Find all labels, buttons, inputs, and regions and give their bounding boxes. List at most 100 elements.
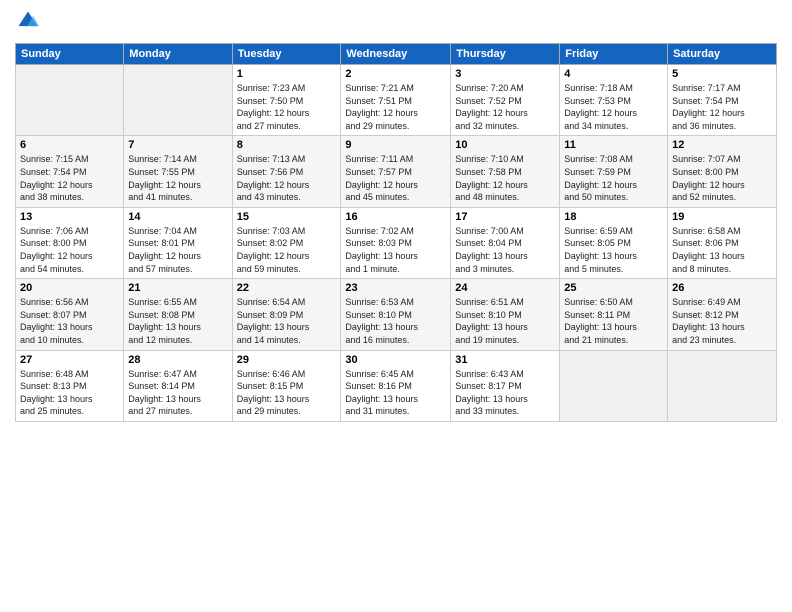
day-detail: Sunrise: 7:07 AM Sunset: 8:00 PM Dayligh… [672,153,772,203]
calendar-cell: 4 Sunrise: 7:18 AM Sunset: 7:53 PM Daylig… [560,65,668,136]
day-detail: Sunrise: 7:21 AM Sunset: 7:51 PM Dayligh… [345,82,446,132]
calendar-cell: 17 Sunrise: 7:00 AM Sunset: 8:04 PM Dayli… [451,207,560,278]
day-detail: Sunrise: 7:00 AM Sunset: 8:04 PM Dayligh… [455,225,555,275]
day-number: 3 [455,68,555,80]
day-detail: Sunrise: 7:20 AM Sunset: 7:52 PM Dayligh… [455,82,555,132]
day-number: 5 [672,68,772,80]
calendar-cell: 6 Sunrise: 7:15 AM Sunset: 7:54 PM Daylig… [16,136,124,207]
calendar-cell: 5 Sunrise: 7:17 AM Sunset: 7:54 PM Daylig… [668,65,777,136]
weekday-header: Saturday [668,44,777,65]
calendar-cell: 15 Sunrise: 7:03 AM Sunset: 8:02 PM Dayli… [232,207,341,278]
calendar-cell: 9 Sunrise: 7:11 AM Sunset: 7:57 PM Daylig… [341,136,451,207]
day-number: 6 [20,139,119,151]
day-number: 9 [345,139,446,151]
day-number: 19 [672,211,772,223]
calendar-cell: 13 Sunrise: 7:06 AM Sunset: 8:00 PM Dayli… [16,207,124,278]
calendar-cell: 30 Sunrise: 6:45 AM Sunset: 8:16 PM Dayli… [341,350,451,421]
calendar-week-row: 13 Sunrise: 7:06 AM Sunset: 8:00 PM Dayli… [16,207,777,278]
day-detail: Sunrise: 6:43 AM Sunset: 8:17 PM Dayligh… [455,368,555,418]
day-detail: Sunrise: 6:49 AM Sunset: 8:12 PM Dayligh… [672,296,772,346]
weekday-header: Friday [560,44,668,65]
calendar-cell: 7 Sunrise: 7:14 AM Sunset: 7:55 PM Daylig… [124,136,232,207]
calendar-week-row: 20 Sunrise: 6:56 AM Sunset: 8:07 PM Dayli… [16,279,777,350]
day-number: 28 [128,354,227,366]
calendar-cell: 21 Sunrise: 6:55 AM Sunset: 8:08 PM Dayli… [124,279,232,350]
day-number: 27 [20,354,119,366]
calendar-cell: 22 Sunrise: 6:54 AM Sunset: 8:09 PM Dayli… [232,279,341,350]
calendar-header-row: SundayMondayTuesdayWednesdayThursdayFrid… [16,44,777,65]
weekday-header: Sunday [16,44,124,65]
calendar-cell: 25 Sunrise: 6:50 AM Sunset: 8:11 PM Dayli… [560,279,668,350]
calendar-week-row: 1Sunrise: 7:23 AM Sunset: 7:50 PM Daylig… [16,65,777,136]
weekday-header: Wednesday [341,44,451,65]
logo-icon [17,10,39,32]
page: SundayMondayTuesdayWednesdayThursdayFrid… [0,0,792,612]
weekday-header: Thursday [451,44,560,65]
calendar-cell [124,65,232,136]
day-number: 12 [672,139,772,151]
day-detail: Sunrise: 6:59 AM Sunset: 8:05 PM Dayligh… [564,225,663,275]
day-detail: Sunrise: 6:55 AM Sunset: 8:08 PM Dayligh… [128,296,227,346]
calendar-week-row: 6 Sunrise: 7:15 AM Sunset: 7:54 PM Daylig… [16,136,777,207]
day-number: 14 [128,211,227,223]
day-detail: Sunrise: 7:18 AM Sunset: 7:53 PM Dayligh… [564,82,663,132]
calendar-cell: 28Sunrise: 6:47 AM Sunset: 8:14 PM Dayli… [124,350,232,421]
day-number: 7 [128,139,227,151]
calendar-cell [668,350,777,421]
day-number: 1 [237,68,337,80]
day-number: 26 [672,282,772,294]
calendar-cell: 1Sunrise: 7:23 AM Sunset: 7:50 PM Daylig… [232,65,341,136]
day-number: 4 [564,68,663,80]
day-number: 2 [345,68,446,80]
day-detail: Sunrise: 7:10 AM Sunset: 7:58 PM Dayligh… [455,153,555,203]
day-detail: Sunrise: 7:14 AM Sunset: 7:55 PM Dayligh… [128,153,227,203]
calendar-cell: 10 Sunrise: 7:10 AM Sunset: 7:58 PM Dayli… [451,136,560,207]
day-detail: Sunrise: 7:04 AM Sunset: 8:01 PM Dayligh… [128,225,227,275]
day-detail: Sunrise: 7:03 AM Sunset: 8:02 PM Dayligh… [237,225,337,275]
day-detail: Sunrise: 7:17 AM Sunset: 7:54 PM Dayligh… [672,82,772,132]
day-detail: Sunrise: 6:53 AM Sunset: 8:10 PM Dayligh… [345,296,446,346]
day-number: 30 [345,354,446,366]
day-detail: Sunrise: 6:50 AM Sunset: 8:11 PM Dayligh… [564,296,663,346]
calendar-cell: 20 Sunrise: 6:56 AM Sunset: 8:07 PM Dayli… [16,279,124,350]
day-number: 18 [564,211,663,223]
calendar-cell: 29 Sunrise: 6:46 AM Sunset: 8:15 PM Dayli… [232,350,341,421]
day-number: 21 [128,282,227,294]
day-number: 17 [455,211,555,223]
day-number: 8 [237,139,337,151]
day-number: 25 [564,282,663,294]
day-detail: Sunrise: 6:45 AM Sunset: 8:16 PM Dayligh… [345,368,446,418]
calendar-cell: 26 Sunrise: 6:49 AM Sunset: 8:12 PM Dayli… [668,279,777,350]
calendar-cell: 24 Sunrise: 6:51 AM Sunset: 8:10 PM Dayli… [451,279,560,350]
calendar-cell: 18 Sunrise: 6:59 AM Sunset: 8:05 PM Dayli… [560,207,668,278]
day-detail: Sunrise: 6:51 AM Sunset: 8:10 PM Dayligh… [455,296,555,346]
header [15,10,777,37]
calendar-cell: 12 Sunrise: 7:07 AM Sunset: 8:00 PM Dayli… [668,136,777,207]
calendar: SundayMondayTuesdayWednesdayThursdayFrid… [15,43,777,422]
calendar-cell: 2 Sunrise: 7:21 AM Sunset: 7:51 PM Daylig… [341,65,451,136]
day-number: 23 [345,282,446,294]
day-detail: Sunrise: 7:15 AM Sunset: 7:54 PM Dayligh… [20,153,119,203]
day-number: 29 [237,354,337,366]
day-detail: Sunrise: 6:48 AM Sunset: 8:13 PM Dayligh… [20,368,119,418]
calendar-cell: 11Sunrise: 7:08 AM Sunset: 7:59 PM Dayli… [560,136,668,207]
calendar-cell: 3 Sunrise: 7:20 AM Sunset: 7:52 PM Daylig… [451,65,560,136]
day-detail: Sunrise: 6:46 AM Sunset: 8:15 PM Dayligh… [237,368,337,418]
calendar-cell: 23 Sunrise: 6:53 AM Sunset: 8:10 PM Dayli… [341,279,451,350]
day-number: 13 [20,211,119,223]
day-number: 16 [345,211,446,223]
day-number: 24 [455,282,555,294]
day-detail: Sunrise: 6:54 AM Sunset: 8:09 PM Dayligh… [237,296,337,346]
day-number: 22 [237,282,337,294]
day-number: 10 [455,139,555,151]
calendar-cell: 19 Sunrise: 6:58 AM Sunset: 8:06 PM Dayli… [668,207,777,278]
day-detail: Sunrise: 7:06 AM Sunset: 8:00 PM Dayligh… [20,225,119,275]
day-detail: Sunrise: 7:11 AM Sunset: 7:57 PM Dayligh… [345,153,446,203]
day-number: 15 [237,211,337,223]
day-detail: Sunrise: 6:58 AM Sunset: 8:06 PM Dayligh… [672,225,772,275]
day-detail: Sunrise: 6:56 AM Sunset: 8:07 PM Dayligh… [20,296,119,346]
calendar-cell: 27 Sunrise: 6:48 AM Sunset: 8:13 PM Dayli… [16,350,124,421]
weekday-header: Monday [124,44,232,65]
calendar-cell: 16Sunrise: 7:02 AM Sunset: 8:03 PM Dayli… [341,207,451,278]
day-number: 20 [20,282,119,294]
